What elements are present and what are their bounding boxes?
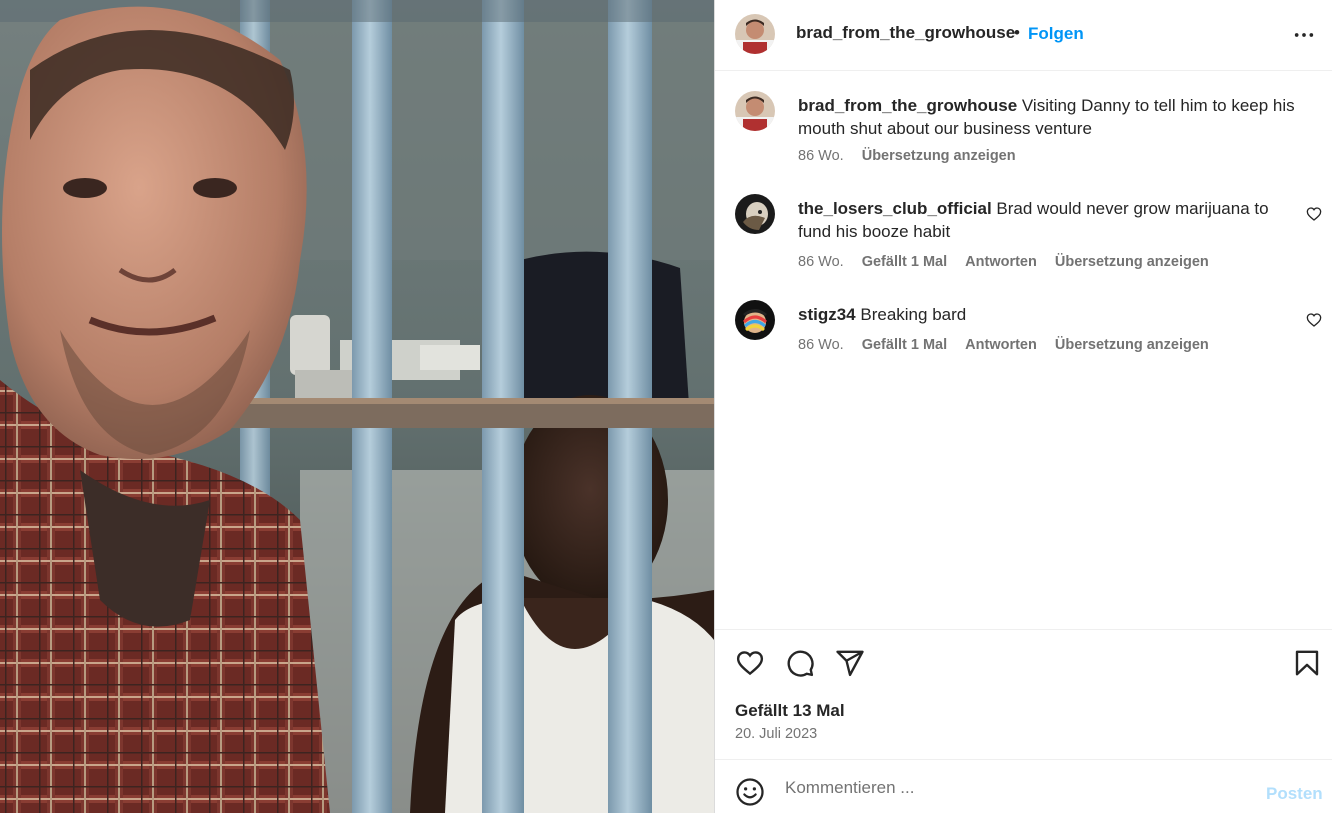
comment-username[interactable]: the_losers_club_official [798, 199, 992, 218]
post-actions: Gefällt 13 Mal 20. Juli 2023 [715, 629, 1332, 759]
header-separator-dot: • [1014, 23, 1020, 42]
emoji-icon[interactable] [735, 777, 765, 807]
comment-meta: 86 Wo. Gefällt 1 Mal Antworten Übersetzu… [798, 337, 1223, 353]
comment-avatar[interactable] [735, 194, 775, 234]
comment-reply-button[interactable]: Antworten [965, 337, 1037, 353]
caption-translate-link[interactable]: Übersetzung anzeigen [862, 148, 1016, 164]
comment-avatar[interactable] [735, 300, 775, 340]
comment-meta: 86 Wo. Gefällt 1 Mal Antworten Übersetzu… [798, 254, 1223, 270]
follow-button[interactable]: Folgen [1028, 24, 1084, 44]
post-photo-illustration [0, 0, 714, 813]
comment-translate-link[interactable]: Übersetzung anzeigen [1055, 254, 1209, 270]
more-horizontal-icon[interactable] [1293, 24, 1315, 46]
comment-reply-button[interactable]: Antworten [965, 254, 1037, 270]
caption-meta: 86 Wo. Übersetzung anzeigen [798, 148, 1030, 164]
caption-avatar[interactable] [735, 91, 775, 131]
comment-text: Breaking bard [860, 305, 967, 324]
bookmark-icon[interactable] [1292, 648, 1322, 678]
caption-body: brad_from_the_growhouse Visiting Danny t… [798, 94, 1303, 140]
caption-username[interactable]: brad_from_the_growhouse [798, 96, 1017, 115]
comment-username[interactable]: stigz34 [798, 305, 856, 324]
comment-age[interactable]: 86 Wo. [798, 337, 844, 353]
share-icon[interactable] [835, 648, 865, 678]
post-date[interactable]: 20. Juli 2023 [735, 726, 817, 742]
comment-body: the_losers_club_official Brad would neve… [798, 197, 1303, 243]
comment-like-heart-icon[interactable] [1306, 206, 1322, 222]
comment-composer: Posten [715, 759, 1332, 813]
header-avatar[interactable] [735, 14, 775, 54]
comment-body: stigz34 Breaking bard [798, 303, 1303, 326]
post-side-panel: brad_from_the_growhouse • Folgen brad_fr… [714, 0, 1332, 813]
post-image[interactable] [0, 0, 714, 813]
post-modal: brad_from_the_growhouse • Folgen brad_fr… [0, 0, 1332, 813]
comment-age[interactable]: 86 Wo. [798, 254, 844, 270]
comment-like-heart-icon[interactable] [1306, 312, 1322, 328]
comment-likes-link[interactable]: Gefällt 1 Mal [862, 254, 947, 270]
comment-icon[interactable] [785, 648, 815, 678]
heart-icon[interactable] [735, 648, 765, 678]
likes-count[interactable]: Gefällt 13 Mal [735, 701, 845, 721]
comment-translate-link[interactable]: Übersetzung anzeigen [1055, 337, 1209, 353]
caption-age[interactable]: 86 Wo. [798, 148, 844, 164]
comment-input[interactable] [785, 774, 1245, 802]
post-header: brad_from_the_growhouse • Folgen [715, 0, 1332, 71]
comment-likes-link[interactable]: Gefällt 1 Mal [862, 337, 947, 353]
post-comment-button[interactable]: Posten [1266, 784, 1323, 804]
header-username[interactable]: brad_from_the_growhouse [796, 23, 1015, 43]
